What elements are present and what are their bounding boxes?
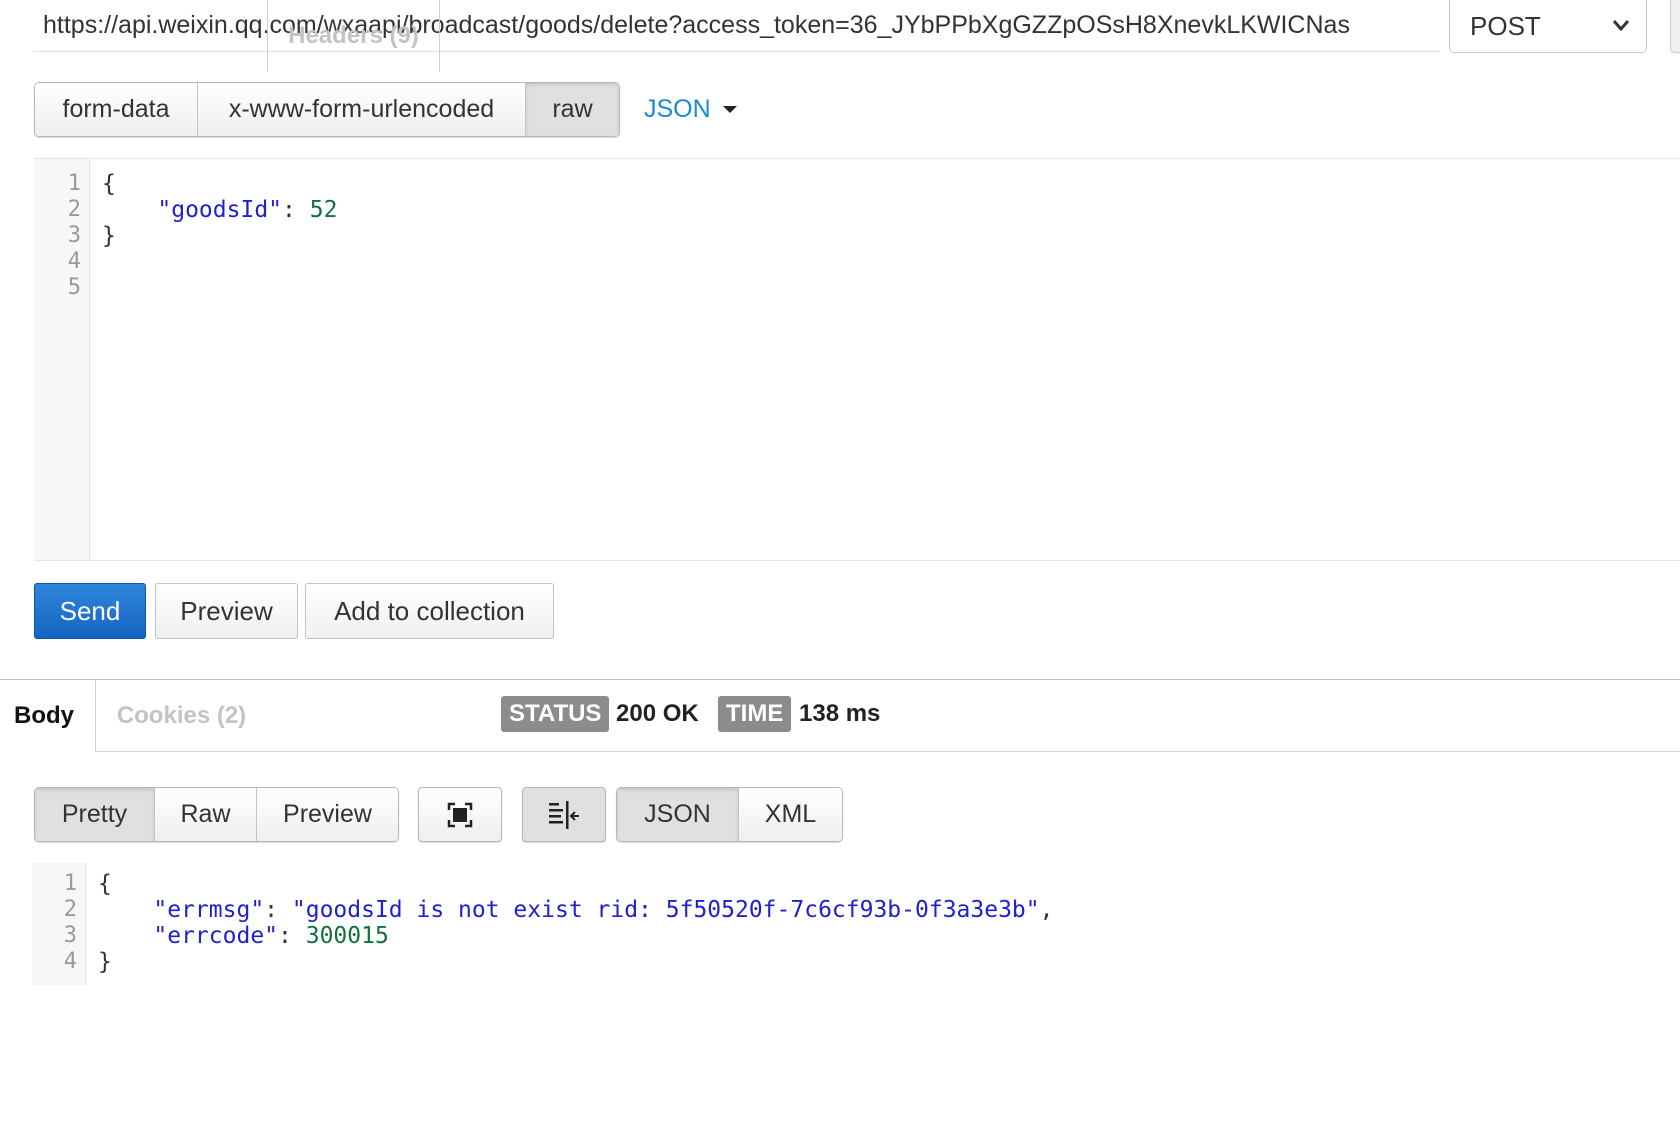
code-key: "goodsId" xyxy=(157,197,283,223)
request-code: { "goodsId": 52 } xyxy=(102,171,337,249)
url-input[interactable]: https://api.weixin.qq.com/wxaapi/broadca… xyxy=(33,0,1440,52)
response-format-tabs: JSON XML xyxy=(616,787,843,842)
tab-preview-view[interactable]: Preview xyxy=(257,788,398,841)
code-key: "errcode" xyxy=(153,923,279,949)
time-value: 138 ms xyxy=(799,700,881,727)
wrap-lines-icon xyxy=(549,800,579,829)
tab-json[interactable]: JSON xyxy=(617,788,739,841)
status-badge: STATUS xyxy=(501,696,610,732)
code-string: "goodsId is not exist rid: 5f50520f-7c6c… xyxy=(291,897,1040,923)
add-to-collection-button[interactable]: Add to collection xyxy=(305,583,554,639)
line-number-gutter: 1 2 3 4 xyxy=(32,863,86,985)
preview-button[interactable]: Preview xyxy=(155,583,298,639)
code-brace: } xyxy=(98,949,112,975)
code-brace: } xyxy=(102,223,116,249)
line-number: 5 xyxy=(67,275,81,300)
line-number-gutter: 1 2 3 4 5 xyxy=(34,159,90,560)
response-body-viewer[interactable]: 1 2 3 4 { "errmsg": "goodsId is not exis… xyxy=(32,863,1680,985)
method-select[interactable]: POST xyxy=(1449,0,1647,53)
time-badge: TIME xyxy=(718,696,792,732)
edge-button[interactable] xyxy=(1670,0,1680,53)
fullscreen-icon xyxy=(447,802,473,827)
tab-xml[interactable]: XML xyxy=(739,788,842,841)
line-number: 3 xyxy=(63,923,77,948)
body-format-label: JSON xyxy=(644,94,711,123)
code-number: 300015 xyxy=(305,923,389,949)
tab-headers[interactable]: Headers (9) xyxy=(267,0,440,72)
tab-x-www-form-urlencoded[interactable]: x-www-form-urlencoded xyxy=(198,83,526,136)
code-key: "errmsg" xyxy=(153,897,265,923)
tab-cookies[interactable]: Cookies (2) xyxy=(95,680,267,752)
tab-raw-view[interactable]: Raw xyxy=(155,788,257,841)
tab-form-data[interactable]: form-data xyxy=(35,83,198,136)
line-number: 4 xyxy=(67,249,81,274)
line-number: 3 xyxy=(67,223,81,248)
chevron-down-icon xyxy=(1612,20,1630,32)
response-code: { "errmsg": "goodsId is not exist rid: 5… xyxy=(98,871,1054,975)
line-number: 2 xyxy=(67,197,81,222)
tab-raw[interactable]: raw xyxy=(526,83,619,136)
fullscreen-button[interactable] xyxy=(418,787,502,842)
line-number: 2 xyxy=(63,897,77,922)
code-brace: { xyxy=(98,871,112,897)
line-number: 1 xyxy=(67,171,81,196)
code-colon: : xyxy=(282,197,310,223)
tab-pretty[interactable]: Pretty xyxy=(35,788,155,841)
response-view-tabs: Pretty Raw Preview xyxy=(34,787,399,842)
body-type-tabs: form-data x-www-form-urlencoded raw xyxy=(34,82,620,137)
line-number: 1 xyxy=(63,871,77,896)
body-format-dropdown[interactable]: JSON xyxy=(644,94,737,124)
line-number: 4 xyxy=(63,949,77,974)
request-body-editor[interactable]: 1 2 3 4 5 { "goodsId": 52 } xyxy=(34,158,1680,561)
code-brace: { xyxy=(102,171,116,197)
method-label: POST xyxy=(1470,10,1541,41)
wrap-lines-button[interactable] xyxy=(522,787,606,842)
status-value: 200 OK xyxy=(616,700,699,727)
code-number: 52 xyxy=(309,197,338,223)
send-button[interactable]: Send xyxy=(34,583,146,639)
caret-down-icon xyxy=(722,105,737,113)
tab-body[interactable]: Body xyxy=(0,680,95,752)
